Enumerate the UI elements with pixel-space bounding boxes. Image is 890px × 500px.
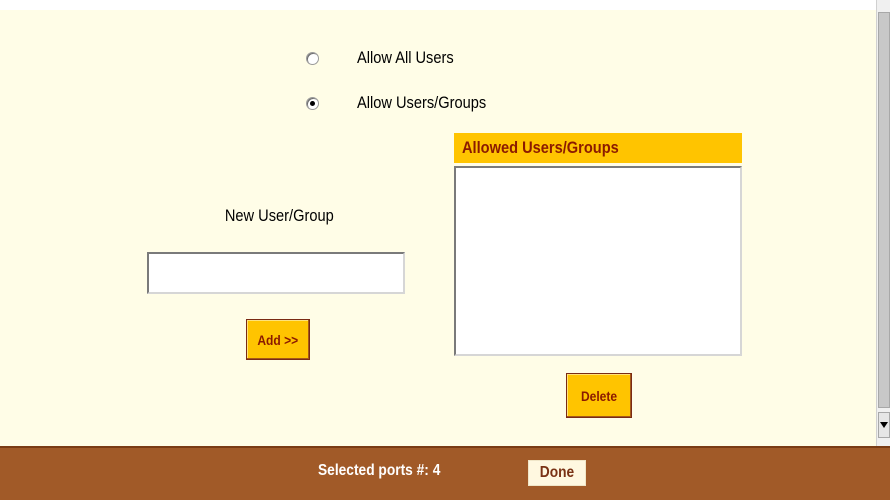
content-area: Allow All Users Allow Users/Groups New U… xyxy=(0,0,876,446)
scrollbar-thumb[interactable] xyxy=(878,12,890,408)
footer-bar: Selected ports #: 4 Done xyxy=(0,446,890,500)
selected-ports-status: Selected ports #: 4 xyxy=(318,462,460,480)
triangle-down-icon xyxy=(880,422,888,428)
new-user-group-label: New User/Group xyxy=(148,206,410,226)
allowed-users-groups-list[interactable] xyxy=(454,166,742,356)
scroll-down-button[interactable] xyxy=(878,412,890,438)
add-button[interactable]: Add >> xyxy=(246,319,310,360)
add-button-label: Add >> xyxy=(257,331,299,348)
vertical-scrollbar[interactable] xyxy=(876,0,890,446)
delete-button-label: Delete xyxy=(580,387,618,404)
allow-users-groups-radio[interactable] xyxy=(306,96,319,110)
allow-all-users-option[interactable]: Allow All Users xyxy=(306,46,469,70)
allowed-users-groups-header: Allowed Users/Groups xyxy=(454,133,742,163)
allow-users-groups-label: Allow Users/Groups xyxy=(357,93,487,112)
allowed-users-groups-header-text: Allowed Users/Groups xyxy=(462,138,619,157)
allow-all-users-label: Allow All Users xyxy=(357,48,454,67)
selected-ports-status-text: Selected ports #: 4 xyxy=(318,462,441,479)
done-button-label: Done xyxy=(539,464,575,481)
done-button[interactable]: Done xyxy=(528,460,586,486)
delete-button[interactable]: Delete xyxy=(566,373,632,418)
allow-all-users-radio[interactable] xyxy=(306,51,319,65)
top-strip xyxy=(0,0,876,10)
allow-users-groups-option[interactable]: Allow Users/Groups xyxy=(306,91,507,115)
new-user-group-input[interactable] xyxy=(147,252,405,294)
new-user-group-label-text: New User/Group xyxy=(224,206,334,225)
